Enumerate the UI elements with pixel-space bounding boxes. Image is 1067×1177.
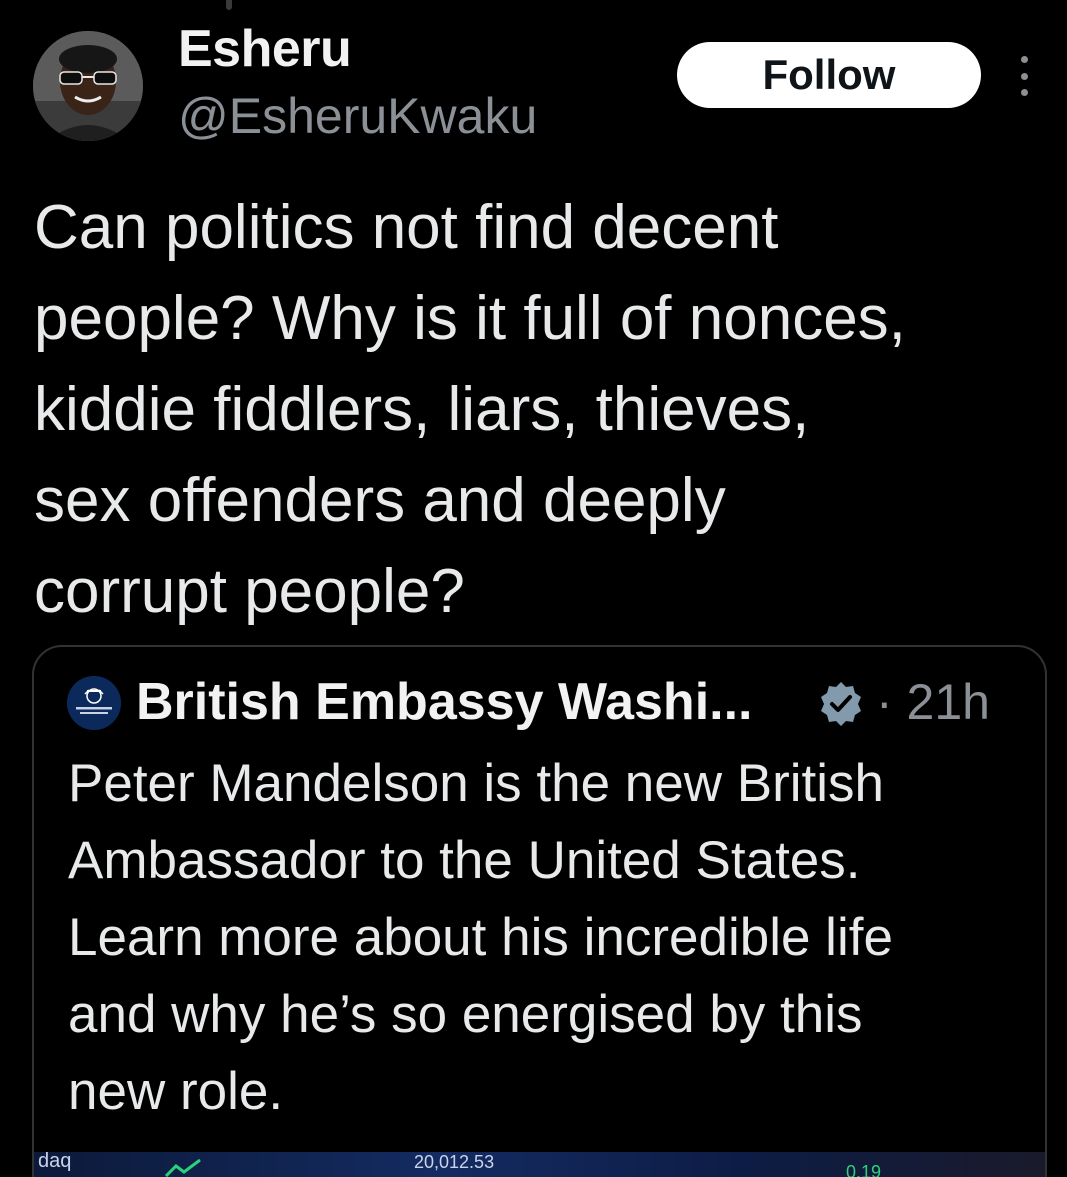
quoted-media-preview[interactable]: daq 20,012.53 0.19	[34, 1150, 1045, 1177]
author-handle[interactable]: @EsheruKwaku	[178, 86, 537, 146]
verified-badge-icon	[816, 679, 866, 729]
tweet-page: Esheru @EsheruKwaku Follow Can politics …	[0, 0, 1067, 1177]
media-label: daq	[38, 1150, 72, 1172]
author-avatar[interactable]	[33, 31, 143, 141]
author-name[interactable]: Esheru	[178, 18, 352, 80]
british-embassy-crest-icon	[67, 676, 121, 730]
more-dots-icon[interactable]	[1010, 56, 1038, 96]
follow-button[interactable]: Follow	[677, 42, 981, 108]
media-ticker-value: 20,012.53	[414, 1152, 495, 1172]
quoted-tweet-card[interactable]: British Embassy Washi... · 21h Peter Man…	[32, 645, 1047, 1177]
reply-thread-line	[226, 0, 232, 10]
media-ticker-change: 0.19	[846, 1162, 882, 1177]
quoted-timestamp[interactable]: · 21h	[876, 671, 990, 733]
quoted-tweet-text: Peter Mandelson is the new British Ambas…	[68, 754, 893, 1121]
chart-line-icon	[164, 1158, 201, 1177]
user-avatar-icon	[33, 31, 143, 141]
quoted-author-name[interactable]: British Embassy Washi...	[136, 671, 752, 733]
tweet-text: Can politics not find decent people? Why…	[34, 193, 906, 626]
